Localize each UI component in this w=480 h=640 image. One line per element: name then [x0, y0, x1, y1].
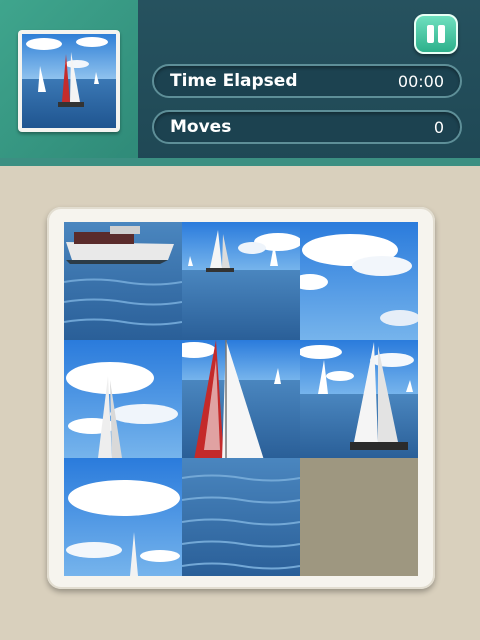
- preview-picture: [22, 34, 116, 128]
- header-divider: [0, 158, 480, 166]
- moves-panel: Moves 0: [152, 110, 462, 144]
- puzzle-tile-6[interactable]: [300, 340, 418, 458]
- moves-label: Moves: [170, 117, 232, 137]
- pause-icon-bar: [438, 25, 445, 43]
- puzzle-grid: [64, 222, 418, 576]
- time-elapsed-label: Time Elapsed: [170, 71, 298, 91]
- puzzle-tile-5[interactable]: [182, 340, 300, 458]
- puzzle-tile-4[interactable]: [64, 340, 182, 458]
- puzzle-tile-3[interactable]: [300, 222, 418, 340]
- pause-icon: [427, 25, 434, 43]
- time-elapsed-panel: Time Elapsed 00:00: [152, 64, 462, 98]
- puzzle-tile-2[interactable]: [182, 222, 300, 340]
- moves-value: 0: [433, 118, 444, 137]
- empty-tile-slot[interactable]: [300, 458, 418, 576]
- clouds-mast-top-picture: [64, 458, 182, 576]
- red-white-sails-picture: [182, 340, 300, 458]
- puzzle-tile-1[interactable]: [64, 222, 182, 340]
- water-waves-picture: [182, 458, 300, 576]
- puzzle-tile-8[interactable]: [182, 458, 300, 576]
- puzzle-preview-image[interactable]: [18, 30, 120, 132]
- sailboat-sea-picture: [300, 340, 418, 458]
- sailboats-horizon-picture: [182, 222, 300, 340]
- motor-boat-picture: [64, 222, 182, 340]
- puzzle-tile-7[interactable]: [64, 458, 182, 576]
- game-header: Time Elapsed 00:00 Moves 0: [0, 0, 480, 166]
- time-elapsed-value: 00:00: [397, 72, 444, 91]
- pause-button[interactable]: [414, 14, 458, 54]
- sky-clouds-picture: [300, 222, 418, 340]
- sail-mast-clouds-picture: [64, 340, 182, 458]
